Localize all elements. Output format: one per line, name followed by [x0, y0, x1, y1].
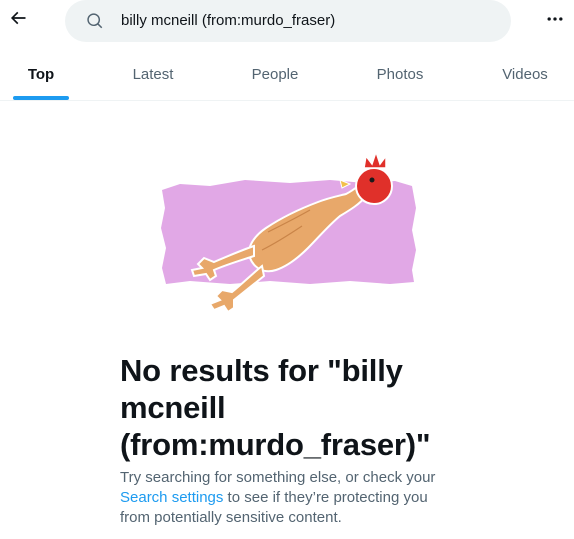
search-results-page: Top Latest People Photos Videos	[0, 0, 574, 539]
arrow-left-icon	[8, 8, 28, 33]
tab-photos[interactable]: Photos	[366, 48, 434, 100]
back-button[interactable]	[4, 6, 32, 34]
tab-label: Latest	[132, 65, 174, 83]
search-input[interactable]	[121, 0, 491, 42]
no-results-description: Try searching for something else, or che…	[120, 468, 460, 528]
tab-top[interactable]: Top	[14, 48, 68, 100]
search-box[interactable]	[65, 0, 511, 42]
tab-people[interactable]: People	[243, 48, 307, 100]
rubber-chicken-illustration	[150, 149, 425, 315]
tab-label: Top	[27, 65, 55, 83]
active-tab-indicator	[13, 96, 69, 100]
no-results-title: No results for "billy mcneill (from:murd…	[120, 353, 431, 462]
tab-label: Videos	[502, 65, 548, 83]
search-tabs: Top Latest People Photos Videos	[0, 48, 574, 101]
tab-videos[interactable]: Videos	[492, 48, 558, 100]
more-options-button[interactable]	[540, 6, 570, 36]
search-header	[0, 0, 574, 44]
description-text-before: Try searching for something else, or che…	[120, 469, 436, 486]
more-horizontal-icon	[545, 9, 565, 34]
search-settings-link[interactable]: Search settings	[120, 489, 223, 506]
tab-label: People	[251, 65, 299, 83]
search-icon	[85, 11, 105, 31]
tab-latest[interactable]: Latest	[122, 48, 184, 100]
tab-label: Photos	[376, 65, 424, 83]
